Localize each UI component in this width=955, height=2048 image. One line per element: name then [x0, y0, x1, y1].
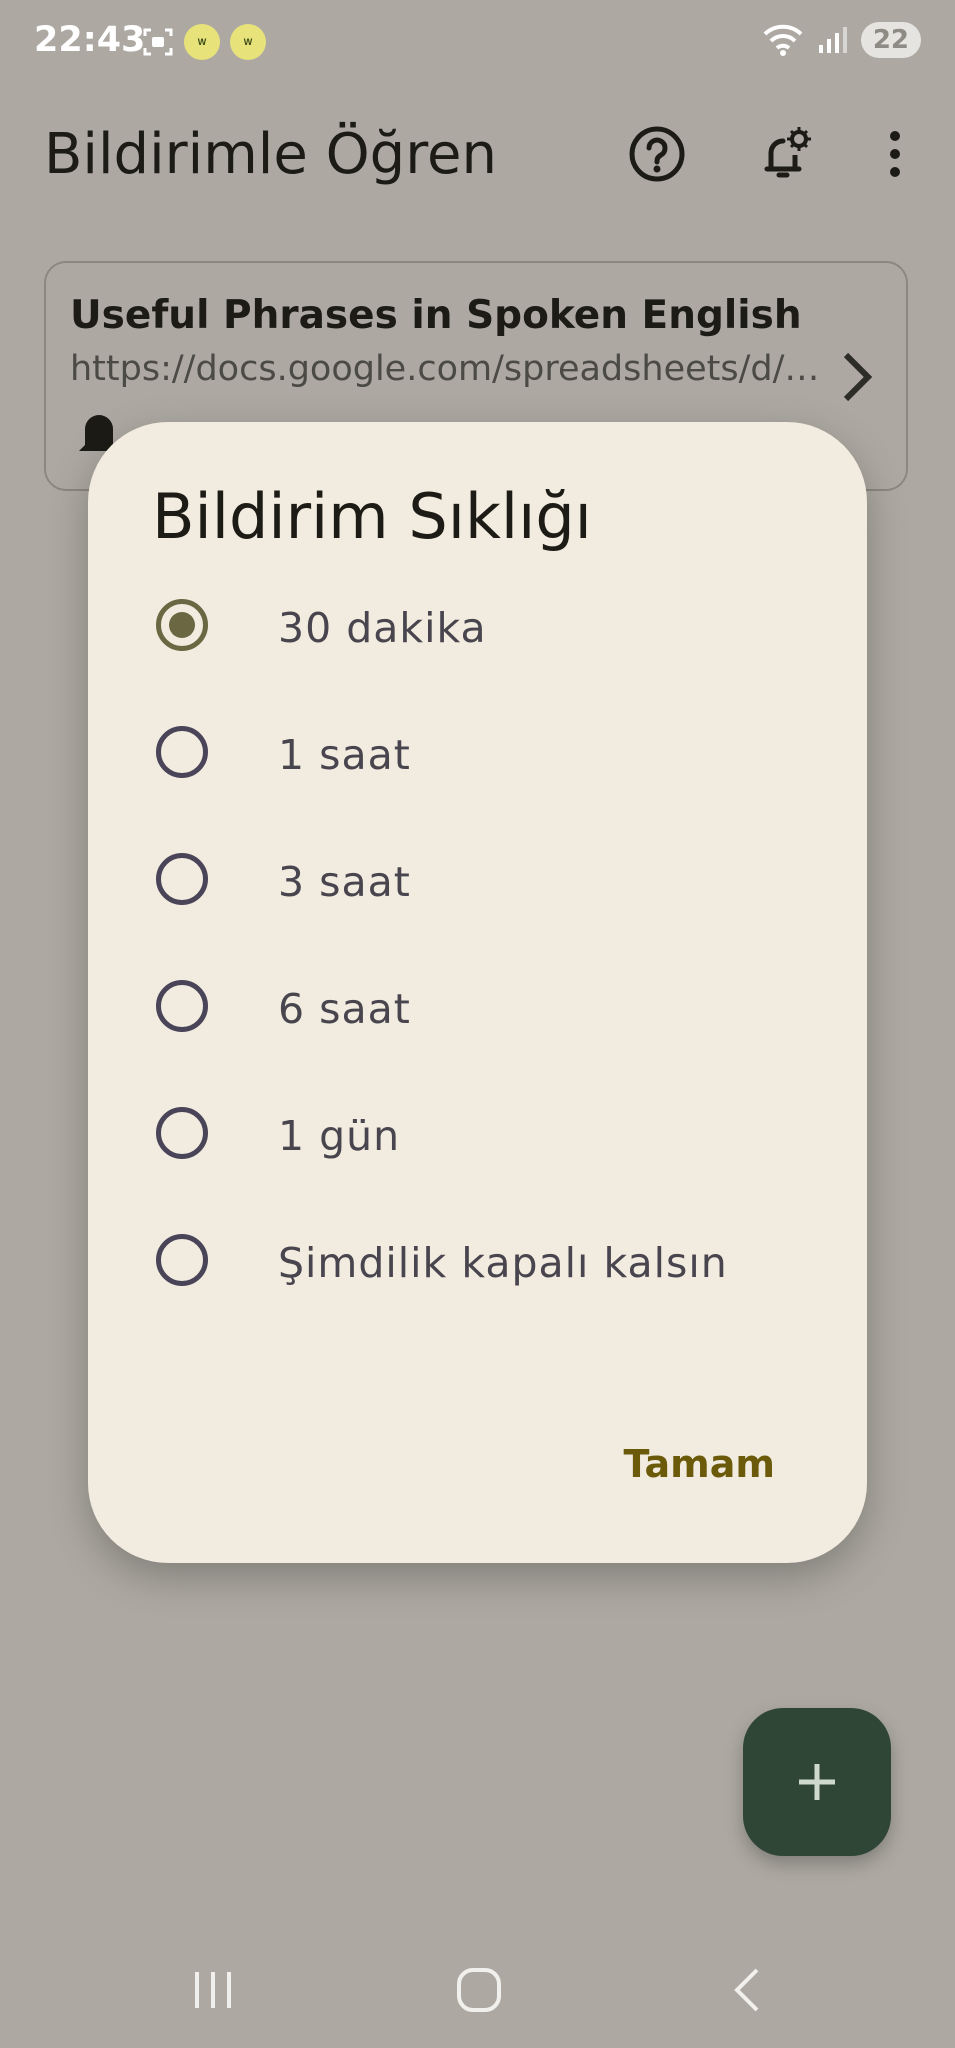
- confirm-button[interactable]: Tamam: [624, 1442, 776, 1486]
- option-off-for-now[interactable]: Şimdilik kapalı kalsın: [88, 1197, 867, 1324]
- option-label: 6 saat: [278, 985, 411, 1033]
- chevron-right-icon: [843, 352, 873, 402]
- back-button[interactable]: [712, 1960, 782, 2020]
- notification-frequency-dialog: Bildirim Sıklığı 30 dakika 1 saat 3 saat…: [88, 422, 867, 1563]
- signal-icon: [818, 27, 847, 53]
- help-button[interactable]: [625, 122, 689, 186]
- wifi-icon: [763, 24, 803, 56]
- word-app-icon: W: [184, 24, 220, 60]
- option-1-day[interactable]: 1 gün: [88, 1070, 867, 1197]
- word-app-icon: W: [230, 24, 266, 60]
- home-button[interactable]: [444, 1960, 514, 2020]
- recents-icon: [195, 1972, 231, 2008]
- recents-button[interactable]: [178, 1960, 248, 2020]
- option-label: 1 saat: [278, 731, 411, 779]
- radio-button[interactable]: [156, 726, 208, 778]
- dialog-title: Bildirim Sıklığı: [152, 480, 592, 553]
- status-bar: 22:43 W W 22: [0, 0, 955, 88]
- option-label: 30 dakika: [278, 604, 487, 652]
- status-system-icons: 22: [763, 22, 921, 58]
- home-icon: [457, 1968, 501, 2012]
- back-icon: [734, 1968, 759, 2012]
- option-6-hours[interactable]: 6 saat: [88, 943, 867, 1070]
- add-sheet-button[interactable]: [743, 1708, 891, 1856]
- system-nav-bar: [0, 1930, 955, 2048]
- option-label: 3 saat: [278, 858, 411, 906]
- sheet-title: Useful Phrases in Spoken English: [70, 293, 802, 338]
- app-title: Bildirimle Öğren: [44, 122, 497, 187]
- radio-button-checked[interactable]: [156, 599, 208, 651]
- battery-indicator: 22: [860, 22, 921, 58]
- screenshot-icon: [143, 28, 173, 56]
- status-notification-icons: W W: [142, 24, 266, 60]
- option-3-hours[interactable]: 3 saat: [88, 816, 867, 943]
- radio-button[interactable]: [156, 853, 208, 905]
- frequency-options: 30 dakika 1 saat 3 saat 6 saat 1 gün Şim…: [88, 562, 867, 1324]
- more-vert-icon: [890, 131, 900, 177]
- radio-button[interactable]: [156, 1107, 208, 1159]
- help-icon: [629, 126, 685, 182]
- option-1-hour[interactable]: 1 saat: [88, 689, 867, 816]
- option-label: 1 gün: [278, 1112, 401, 1160]
- radio-button[interactable]: [156, 1234, 208, 1286]
- sheet-url: https://docs.google.com/spreadsheets/d/…: [70, 349, 820, 389]
- add-icon: [799, 1764, 835, 1800]
- option-30-minutes[interactable]: 30 dakika: [88, 562, 867, 689]
- more-options-button[interactable]: [863, 122, 927, 186]
- option-label: Şimdilik kapalı kalsın: [278, 1239, 728, 1287]
- status-time: 22:43: [34, 20, 146, 60]
- app-bar: Bildirimle Öğren: [0, 100, 955, 210]
- radio-button[interactable]: [156, 980, 208, 1032]
- notification-settings-icon: [764, 127, 811, 178]
- notification-settings-button[interactable]: [754, 122, 818, 186]
